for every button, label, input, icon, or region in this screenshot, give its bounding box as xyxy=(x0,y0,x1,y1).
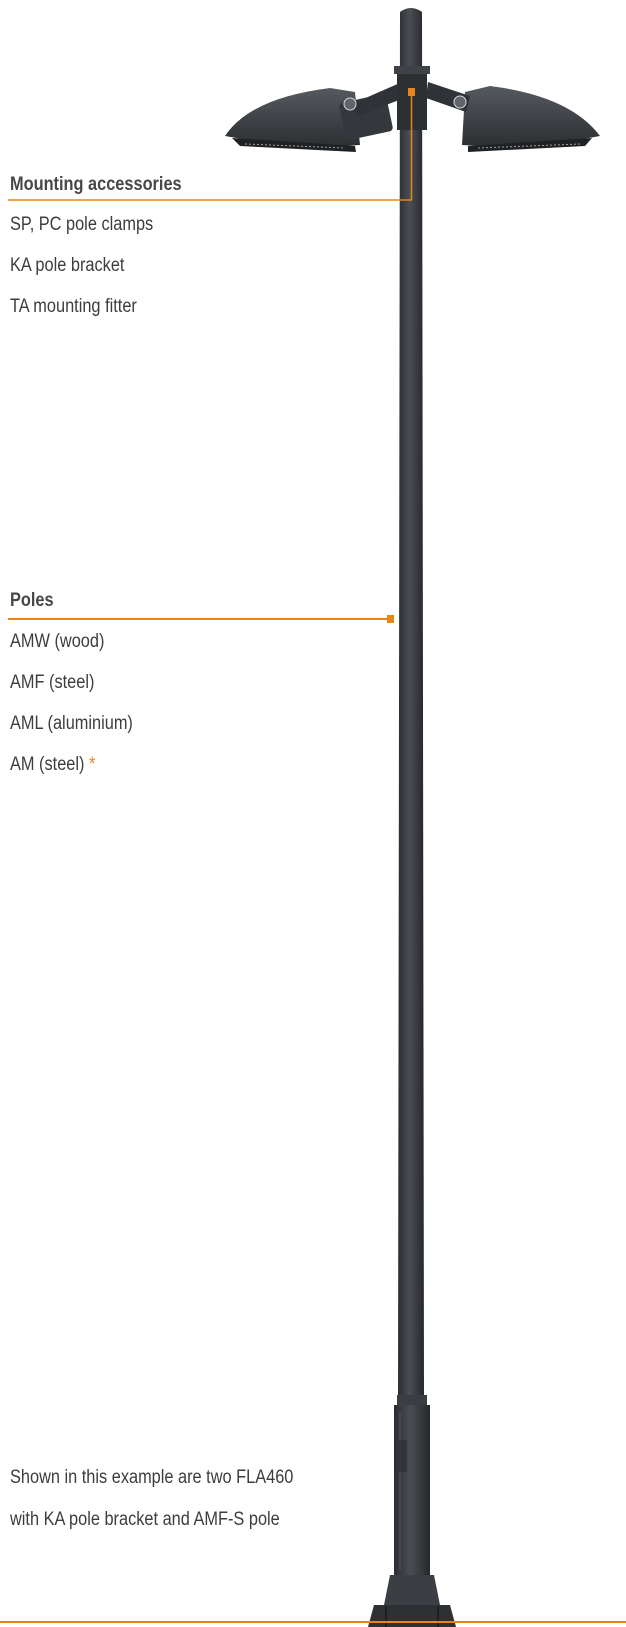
caption-line-2: with KA pole bracket and AMF-S pole xyxy=(10,1509,280,1530)
footnote-asterisk: * xyxy=(88,754,96,775)
poles-item: AML (aluminium) xyxy=(10,713,133,734)
pole-illustration xyxy=(0,8,626,1627)
mounting-heading: Mounting accessories xyxy=(10,174,182,195)
right-luminaire xyxy=(426,82,600,152)
poles-item-text: AM (steel) xyxy=(10,754,85,775)
poles-callout-line xyxy=(8,615,394,623)
left-luminaire xyxy=(225,82,404,152)
poles-item: AM (steel) * xyxy=(10,754,95,776)
poles-heading: Poles xyxy=(10,590,54,611)
caption-line-1: Shown in this example are two FLA460 xyxy=(10,1467,294,1488)
pole-shaft xyxy=(398,8,424,1405)
mounting-item: SP, PC pole clamps xyxy=(10,214,154,235)
pole-base xyxy=(368,1395,456,1627)
mounting-item: KA pole bracket xyxy=(10,255,125,276)
poles-item: AMW (wood) xyxy=(10,631,105,652)
mounting-item: TA mounting fitter xyxy=(10,296,137,317)
poles-item: AMF (steel) xyxy=(10,672,95,693)
